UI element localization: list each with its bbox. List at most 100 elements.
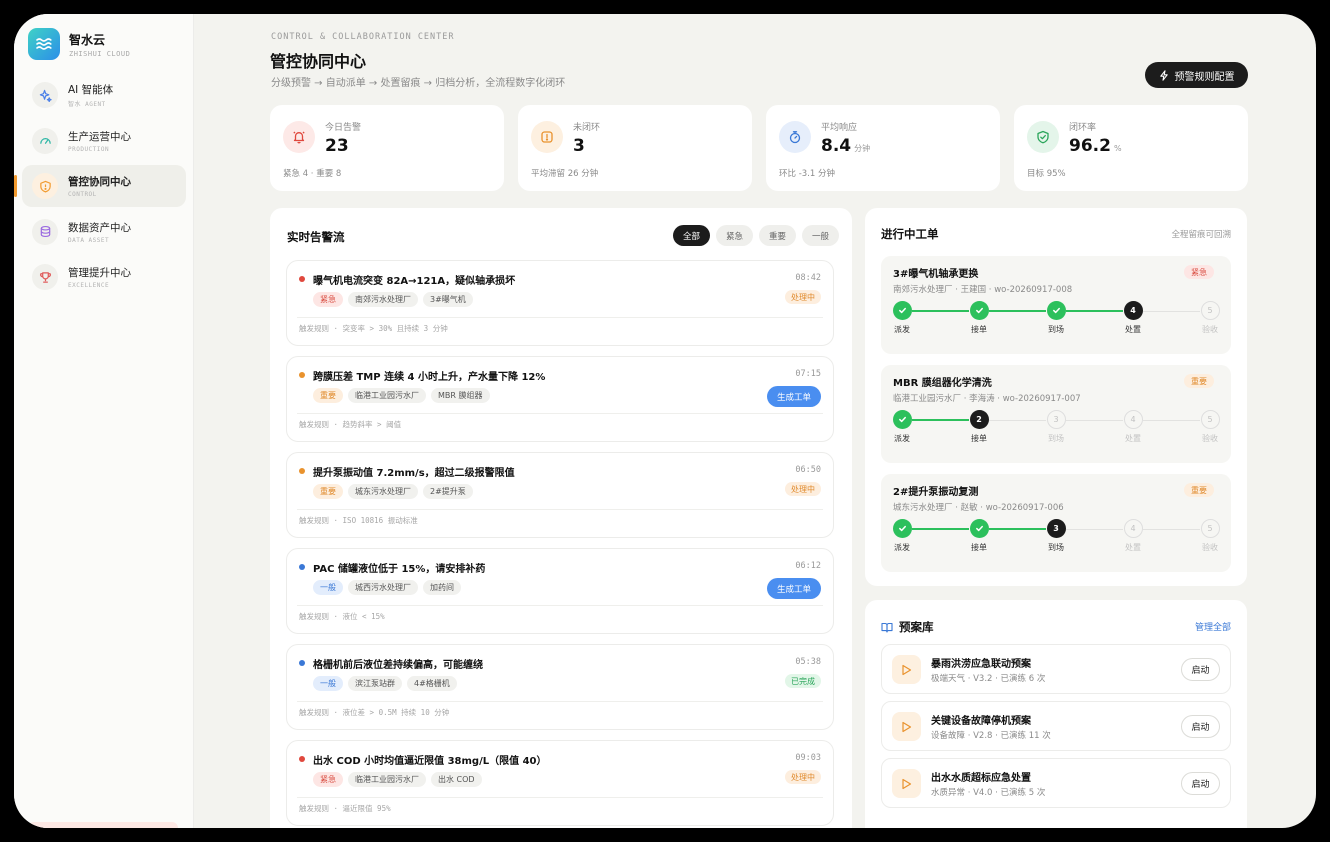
asset-tag: 加药间	[423, 580, 461, 595]
work-order-card[interactable]: MBR 膜组器化学清洗 临港工业园污水厂 · 李海涛 · wo-20260917-…	[881, 365, 1231, 463]
filter-chip-important[interactable]: 重要	[759, 225, 797, 246]
sidebar-nav: AI 智能体 智水 AGENT 生产运营中心 PRODUCTION 管控协同中心…	[14, 74, 186, 302]
device-frame: 智水云 ZHISHUI CLOUD AI 智能体 智水 AGENT 生产运营中心…	[0, 0, 1330, 842]
stepper-step: 3 到场	[1036, 410, 1076, 444]
step-number: 5	[1200, 301, 1220, 320]
alert-item[interactable]: 出水 COD 小时均值逼近限值 38mg/L（限值 40） 紧急 临港工业园污水厂出…	[286, 740, 834, 826]
active-work-orders-panel: 进行中工单 全程留痕可回溯 3#曝气机轴承更换 南郊污水处理厂 · 王建国 · w…	[865, 208, 1247, 586]
severity-tag: 紧急	[313, 772, 343, 787]
filter-chip-normal[interactable]: 一般	[802, 225, 840, 246]
alert-tags: 一般 城西污水处理厂 加药间	[313, 580, 466, 595]
contingency-plans-panel: 预案库 管理全部 暴雨洪涝应急联动预案 极端天气 · V3.2 · 已演练 6 次…	[865, 600, 1247, 828]
alert-item[interactable]: PAC 储罐液位低于 15%，请安排补药 一般 城西污水处理厂 加药间 06:12 生成工…	[286, 548, 834, 634]
asset-tag: MBR 膜组器	[431, 388, 490, 403]
plan-title: 暴雨洪涝应急联动预案	[931, 659, 1031, 670]
step-number: 3	[1046, 519, 1066, 538]
alert-box-icon	[531, 121, 563, 153]
progress-stepper: 派发 接单 3 到场 4 处置 5 验收	[881, 519, 1231, 563]
alert-trigger-rule: 触发规则 · 趋势斜率 > 阈值	[299, 420, 402, 429]
book-open-icon	[881, 622, 893, 633]
stopwatch-icon	[779, 121, 811, 153]
divider	[297, 509, 823, 510]
step-number: 5	[1200, 410, 1220, 429]
asset-tag: 出水 COD	[431, 772, 482, 787]
severity-tag: 紧急	[313, 292, 343, 307]
step-label: 处置	[1125, 434, 1141, 443]
alert-status-badge: 处理中	[785, 770, 821, 784]
stepper-step: 4 处置	[1113, 301, 1153, 335]
kpi-value: 23	[325, 136, 349, 156]
launch-plan-button[interactable]: 启动	[1181, 715, 1220, 738]
alert-item[interactable]: 跨膜压差 TMP 连续 4 小时上升，产水量下降 12% 重要 临港工业园污水厂 MB…	[286, 356, 834, 442]
plan-item[interactable]: 出水水质超标应急处置 水质异常 · V4.0 · 已演练 5 次 启动	[881, 758, 1231, 808]
alert-tags: 紧急 临港工业园污水厂 出水 COD	[313, 772, 487, 787]
kpi-value: 96.2%	[1069, 136, 1122, 156]
lightning-icon	[1159, 69, 1168, 81]
sidebar-item-subtitle: 智水 AGENT	[68, 101, 106, 108]
alert-trigger-rule: 触发规则 · 液位差 > 0.5M 持续 10 分钟	[299, 708, 450, 717]
kpi-unit: %	[1113, 144, 1122, 153]
plan-item[interactable]: 关键设备故障停机预案 设备故障 · V2.8 · 已演练 11 次 启动	[881, 701, 1231, 751]
alert-tags: 重要 临港工业园污水厂 MBR 膜组器	[313, 388, 495, 403]
step-label: 到场	[1048, 434, 1064, 443]
alert-item[interactable]: 提升泵振动值 7.2mm/s，超过二级报警限值 重要 城东污水处理厂 2#提升泵 06:…	[286, 452, 834, 538]
work-order-meta: 南郊污水处理厂 · 王建国 · wo-20260917-008	[893, 285, 1073, 295]
page-title: 管控协同中心	[270, 52, 367, 71]
alert-title: 格栅机前后液位差持续偏高，可能缠绕	[313, 660, 483, 671]
filter-chip-urgent[interactable]: 紧急	[716, 225, 754, 246]
step-number: 4	[1123, 519, 1143, 538]
alert-item[interactable]: 格栅机前后液位差持续偏高，可能缠绕 一般 滨江泵站群 4#格栅机 05:38 已完成 触发规…	[286, 644, 834, 730]
work-order-title: MBR 膜组器化学清洗	[893, 378, 992, 389]
trophy-icon	[32, 264, 58, 290]
plan-title: 关键设备故障停机预案	[931, 716, 1031, 727]
severity-dot	[299, 660, 305, 666]
step-label: 派发	[894, 434, 910, 443]
asset-tag: 4#格栅机	[407, 676, 457, 691]
stepper-step: 3 到场	[1036, 519, 1076, 553]
sidebar-item-production[interactable]: 生产运营中心 PRODUCTION	[22, 120, 186, 162]
alert-trigger-rule: 触发规则 · 液位 < 15%	[299, 612, 385, 621]
step-label: 验收	[1202, 543, 1218, 552]
sidebar-item-title: 数据资产中心	[68, 221, 131, 234]
launch-plan-button[interactable]: 启动	[1181, 658, 1220, 681]
sidebar-item-title: 管控协同中心	[68, 176, 131, 188]
work-order-card[interactable]: 3#曝气机轴承更换 南郊污水处理厂 · 王建国 · wo-20260917-008…	[881, 256, 1231, 354]
create-work-order-button[interactable]: 生成工单	[766, 386, 821, 407]
kpi-footnote: 环比 -3.1 分钟	[779, 169, 835, 179]
create-work-order-button[interactable]: 生成工单	[766, 578, 821, 599]
step-label: 派发	[894, 543, 910, 552]
alert-time: 08:42	[795, 273, 821, 283]
stepper-step: 接单	[959, 519, 999, 553]
brand[interactable]: 智水云 ZHISHUI CLOUD	[28, 28, 130, 60]
filter-chip-all[interactable]: 全部	[673, 225, 711, 246]
step-label: 派发	[894, 325, 910, 334]
sidebar-item-ai-agent[interactable]: AI 智能体 智水 AGENT	[22, 74, 186, 116]
sidebar-item-control[interactable]: 管控协同中心 CONTROL	[14, 165, 186, 207]
kpi-footnote: 平均滞留 26 分钟	[531, 169, 599, 179]
water-wave-icon	[28, 28, 60, 60]
stepper-step: 接单	[959, 301, 999, 335]
plan-meta: 水质异常 · V4.0 · 已演练 5 次	[931, 788, 1046, 798]
step-number: 5	[1200, 519, 1220, 538]
manage-all-link[interactable]: 管理全部	[1195, 620, 1231, 633]
database-icon	[32, 218, 58, 245]
launch-plan-button[interactable]: 启动	[1181, 772, 1220, 795]
sidebar-item-excellence[interactable]: 管理提升中心 EXCELLENCE	[22, 256, 186, 298]
play-icon	[892, 712, 921, 741]
sidebar-item-subtitle: CONTROL	[68, 191, 97, 198]
alert-tags: 一般 滨江泵站群 4#格栅机	[313, 676, 462, 691]
work-order-card[interactable]: 2#提升泵振动复测 城东污水处理厂 · 赵敏 · wo-20260917-006 重…	[881, 474, 1231, 572]
sidebar-item-data-asset[interactable]: 数据资产中心 DATA ASSET	[22, 211, 186, 253]
alert-title: 提升泵振动值 7.2mm/s，超过二级报警限值	[313, 468, 515, 479]
gauge-icon	[32, 127, 58, 154]
asset-tag: 2#提升泵	[423, 484, 473, 499]
alert-rules-config-button[interactable]: 预警规则配置	[1145, 62, 1248, 88]
sidebar-item-subtitle: DATA ASSET	[68, 236, 110, 244]
kpi-label: 未闭环	[573, 123, 601, 133]
stepper-step: 5 验收	[1190, 519, 1230, 553]
divider	[297, 797, 823, 798]
plan-item[interactable]: 暴雨洪涝应急联动预案 极端天气 · V3.2 · 已演练 6 次 启动	[881, 644, 1231, 694]
alert-item[interactable]: 曝气机电流突变 82A→121A，疑似轴承损坏 紧急 南郊污水处理厂 3#曝气机 08:…	[286, 260, 834, 346]
brand-subtitle: ZHISHUI CLOUD	[69, 49, 131, 58]
shield-check-icon	[1027, 121, 1059, 153]
